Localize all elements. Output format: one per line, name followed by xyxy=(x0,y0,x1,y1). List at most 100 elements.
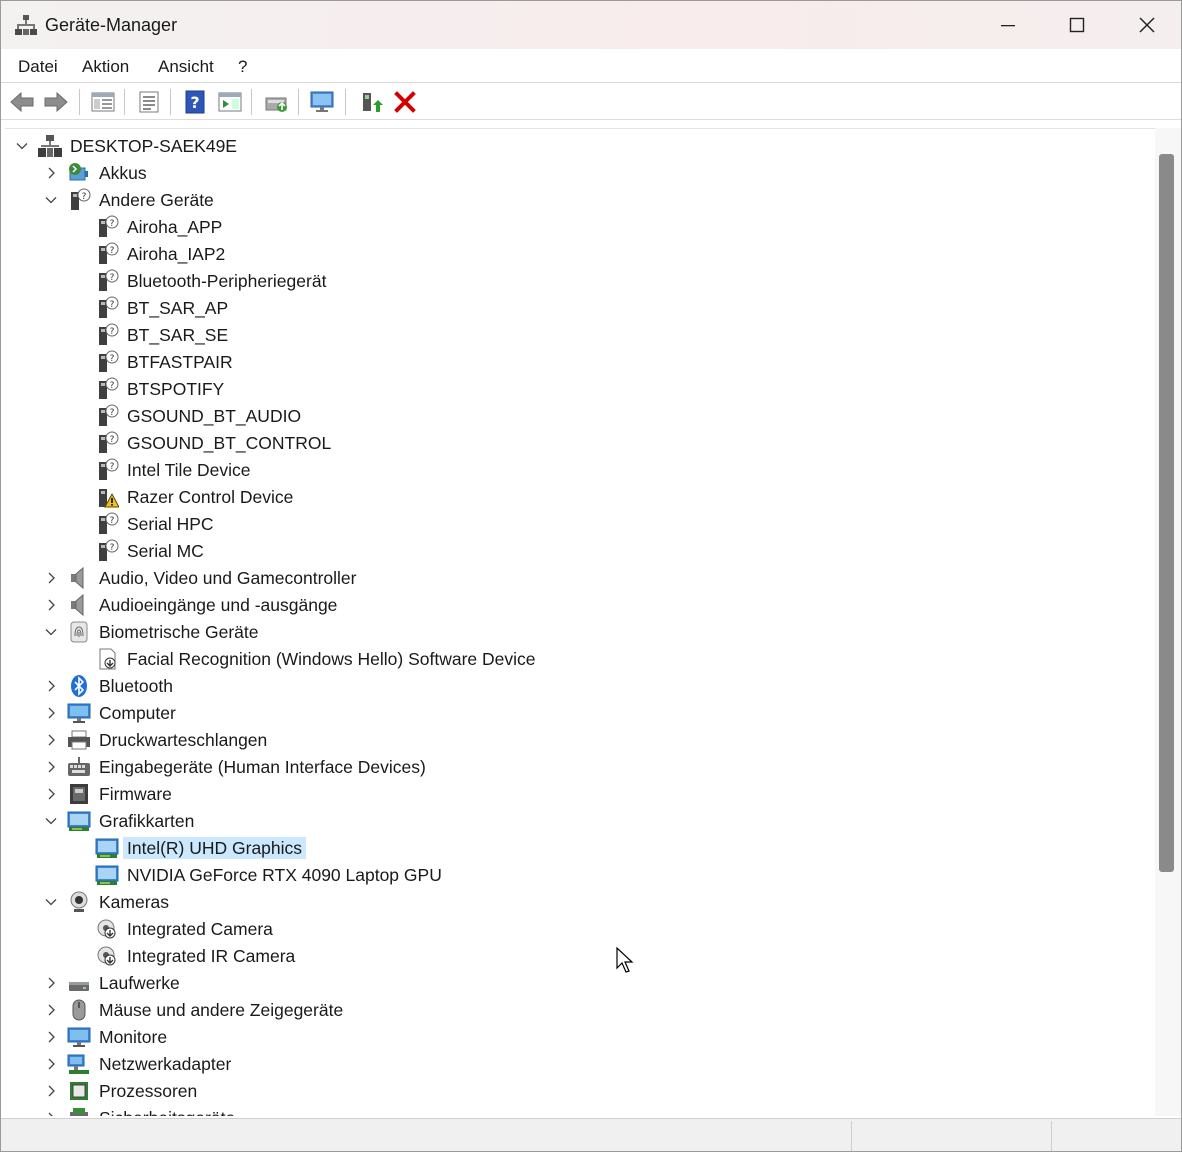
tree-item-serial-mc[interactable]: ? Serial MC xyxy=(5,538,1145,564)
tree-item-netzwerkadapter[interactable]: Netzwerkadapter xyxy=(5,1051,1145,1077)
tree-item-monitore[interactable]: Monitore xyxy=(5,1024,1145,1050)
tree-item-bt-sar-ap[interactable]: ? BT_SAR_AP xyxy=(5,295,1145,321)
tree-item-druckwarteschlangen[interactable]: Druckwarteschlangen xyxy=(5,727,1145,753)
chevron-down-icon[interactable] xyxy=(15,139,29,153)
computer-root-icon xyxy=(38,135,62,157)
tree-item-facial-recognition-windows-hello-software-device[interactable]: Facial Recognition (Windows Hello) Softw… xyxy=(5,646,1145,672)
chevron-right-icon[interactable] xyxy=(44,706,58,720)
chevron-right-icon[interactable] xyxy=(44,787,58,801)
uninstall-button[interactable] xyxy=(391,88,419,116)
maximize-button[interactable] xyxy=(1042,1,1112,49)
update-driver-icon xyxy=(265,97,287,112)
chevron-right-icon[interactable] xyxy=(44,1111,58,1116)
chevron-right-icon[interactable] xyxy=(44,679,58,693)
tree-item-label: Audio, Video und Gamecontroller xyxy=(99,568,357,588)
tree-item-intel-r-uhd-graphics[interactable]: Intel(R) UHD Graphics xyxy=(5,835,1145,861)
tree-item-kameras[interactable]: Kameras xyxy=(5,889,1145,915)
toolbar-separator xyxy=(298,89,299,115)
tree-item-label: Intel Tile Device xyxy=(127,460,251,480)
chevron-right-icon[interactable] xyxy=(44,166,58,180)
tree-item-bluetooth[interactable]: Bluetooth xyxy=(5,673,1145,699)
tree-item-intel-tile-device[interactable]: ? Intel Tile Device xyxy=(5,457,1145,483)
menu-ansicht[interactable]: Ansicht xyxy=(158,57,214,77)
properties-button[interactable] xyxy=(135,88,163,116)
tree-item-gsound-bt-audio[interactable]: ? GSOUND_BT_AUDIO xyxy=(5,403,1145,429)
menu-aktion[interactable]: Aktion xyxy=(82,57,129,77)
vertical-scrollbar[interactable] xyxy=(1155,128,1181,1116)
scan-hardware-button[interactable] xyxy=(309,88,337,116)
tree-item-laufwerke[interactable]: Laufwerke xyxy=(5,970,1145,996)
tree-item-label: GSOUND_BT_CONTROL xyxy=(127,433,332,453)
tree-item-andere-ger-te[interactable]: ? Andere Geräte xyxy=(5,187,1145,213)
fingerprint-icon xyxy=(70,621,88,643)
tree-item-serial-hpc[interactable]: ? Serial HPC xyxy=(5,511,1145,537)
tree-item-grafikkarten[interactable]: Grafikkarten xyxy=(5,808,1145,834)
close-button[interactable] xyxy=(1112,1,1181,49)
cpu-icon xyxy=(70,1082,88,1100)
unknown-device-icon: ? xyxy=(99,431,119,453)
menu-bar: Datei Aktion Ansicht ? xyxy=(1,49,1181,83)
tree-item-gsound-bt-control[interactable]: ? GSOUND_BT_CONTROL xyxy=(5,430,1145,456)
tree-item-integrated-camera[interactable]: Integrated Camera xyxy=(5,916,1145,942)
svg-text:?: ? xyxy=(110,246,115,256)
unknown-device-icon: ? xyxy=(99,323,119,345)
enable-device-button[interactable] xyxy=(357,88,385,116)
forward-button[interactable] xyxy=(42,88,70,116)
menu-datei[interactable]: Datei xyxy=(18,57,58,77)
tree-item-akkus[interactable]: Akkus xyxy=(5,160,1145,186)
chevron-right-icon[interactable] xyxy=(44,598,58,612)
tree-item-label: Sicherheitsgeräte xyxy=(95,1107,239,1116)
tree-item-audio-video-und-gamecontroller[interactable]: Audio, Video und Gamecontroller xyxy=(5,565,1145,591)
chevron-down-icon[interactable] xyxy=(44,895,58,909)
tree-item-label: Bluetooth xyxy=(99,676,173,696)
help-button[interactable]: ? xyxy=(181,88,209,116)
camera-device-icon xyxy=(97,919,116,939)
tree-item-label: Airoha_APP xyxy=(127,217,223,237)
chevron-down-icon[interactable] xyxy=(44,625,58,639)
tree-item-airoha-app[interactable]: ? Airoha_APP xyxy=(5,214,1145,240)
device-tree[interactable]: DESKTOP-SAEK49E Akkus? Andere Geräte? Airoh… xyxy=(5,128,1155,1116)
tree-item-computer[interactable]: Computer xyxy=(5,700,1145,726)
tree-item-sicherheitsger-te[interactable]: Sicherheitsgeräte xyxy=(5,1105,1145,1116)
chevron-right-icon[interactable] xyxy=(44,733,58,747)
back-button[interactable] xyxy=(8,88,36,116)
chevron-down-icon[interactable] xyxy=(44,193,58,207)
scrollbar-thumb[interactable] xyxy=(1159,154,1174,872)
tree-item-bt-sar-se[interactable]: ? BT_SAR_SE xyxy=(5,322,1145,348)
chevron-right-icon[interactable] xyxy=(44,760,58,774)
software-device-icon xyxy=(99,648,116,670)
svg-text:?: ? xyxy=(110,354,115,364)
tree-item-bluetooth-peripherieger-t[interactable]: ? Bluetooth-Peripheriegerät xyxy=(5,268,1145,294)
unknown-device-icon: ? xyxy=(99,404,119,426)
console-tree-button[interactable] xyxy=(89,88,117,116)
tree-item-firmware[interactable]: Firmware xyxy=(5,781,1145,807)
security-icon xyxy=(70,1108,88,1116)
tree-item-airoha-iap2[interactable]: ? Airoha_IAP2 xyxy=(5,241,1145,267)
tree-item-btfastpair[interactable]: ? BTFASTPAIR xyxy=(5,349,1145,375)
chevron-right-icon[interactable] xyxy=(44,1003,58,1017)
chevron-right-icon[interactable] xyxy=(44,1057,58,1071)
tree-item-label: Audioeingänge und -ausgänge xyxy=(99,595,338,615)
unknown-device-icon: ? xyxy=(99,242,119,264)
action-pane-button[interactable] xyxy=(216,88,244,116)
tree-item-prozessoren[interactable]: Prozessoren xyxy=(5,1078,1145,1104)
tree-item-audioeing-nge-und-ausg-nge[interactable]: Audioeingänge und -ausgänge xyxy=(5,592,1145,618)
tree-item-integrated-ir-camera[interactable]: Integrated IR Camera xyxy=(5,943,1145,969)
tree-item-razer-control-device[interactable]: Razer Control Device xyxy=(5,484,1145,510)
title-bar[interactable]: Geräte-Manager xyxy=(1,1,1181,49)
chevron-down-icon[interactable] xyxy=(44,814,58,828)
chevron-right-icon[interactable] xyxy=(44,976,58,990)
tree-item-eingabeger-te-human-interface-devices[interactable]: Eingabegeräte (Human Interface Devices) xyxy=(5,754,1145,780)
tree-item-nvidia-geforce-rtx-4090-laptop-gpu[interactable]: NVIDIA GeForce RTX 4090 Laptop GPU xyxy=(5,862,1145,888)
tree-item-desktop-saek49e[interactable]: DESKTOP-SAEK49E xyxy=(5,133,1145,159)
tree-item-btspotify[interactable]: ? BTSPOTIFY xyxy=(5,376,1145,402)
tree-item-biometrische-ger-te[interactable]: Biometrische Geräte xyxy=(5,619,1145,645)
chevron-right-icon[interactable] xyxy=(44,571,58,585)
chevron-right-icon[interactable] xyxy=(44,1030,58,1044)
update-driver-button[interactable] xyxy=(263,88,291,116)
tree-item-m-use-und-andere-zeigeger-te[interactable]: Mäuse und andere Zeigegeräte xyxy=(5,997,1145,1023)
menu-help[interactable]: ? xyxy=(238,57,247,77)
toolbar-separator xyxy=(345,89,346,115)
minimize-button[interactable] xyxy=(973,1,1043,49)
chevron-right-icon[interactable] xyxy=(44,1084,58,1098)
